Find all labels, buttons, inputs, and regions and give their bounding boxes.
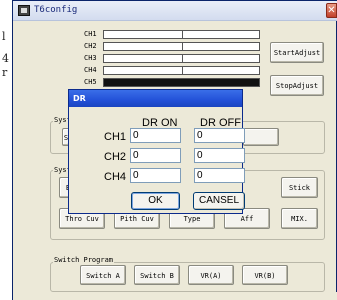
dr-row-label: CH2 — [104, 151, 127, 163]
ch4-dr-on-field[interactable]: 0 — [130, 168, 181, 183]
stick-button[interactable]: Stick — [281, 177, 318, 198]
channel-label: CH3 — [84, 54, 97, 62]
app-icon — [18, 5, 30, 16]
channel-label: CH1 — [84, 30, 97, 38]
ch2-dr-on-field[interactable]: 0 — [130, 148, 181, 163]
bottom-edge — [13, 292, 337, 300]
stop-adjust-button[interactable]: StopAdjust — [270, 75, 324, 96]
channel-bar — [103, 54, 260, 63]
channel-bar — [103, 30, 260, 39]
background-window-fragment: l 4 r — [0, 0, 12, 300]
window-title: T6config — [34, 5, 78, 15]
switch-a-button[interactable]: Switch A — [80, 265, 126, 285]
background-text-fragment: l — [2, 30, 6, 43]
background-text-fragment: 4 — [2, 52, 9, 65]
ch2-dr-off-field[interactable]: 0 — [194, 148, 245, 163]
channel-bar — [103, 78, 260, 87]
ch1-dr-off-field[interactable]: 0 — [194, 128, 245, 143]
ch4-dr-off-field[interactable]: 0 — [194, 168, 245, 183]
channel-label: CH4 — [84, 66, 97, 74]
switch-b-button[interactable]: Switch B — [134, 265, 180, 285]
switch-program-label: Switch Program — [53, 256, 115, 264]
start-adjust-button[interactable]: StartAdjust — [270, 42, 324, 63]
vr-a-button[interactable]: VR(A) — [188, 265, 234, 285]
dr-dialog-title-bar[interactable] — [69, 90, 242, 107]
channel-label: CH2 — [84, 42, 97, 50]
background-text-fragment: r — [2, 66, 8, 79]
close-icon[interactable]: ✕ — [326, 3, 337, 18]
system-op-button[interactable] — [243, 128, 279, 146]
ch1-dr-on-field[interactable]: 0 — [130, 128, 181, 143]
dr-dialog-title: DR — [73, 94, 86, 103]
dr-row-label: CH1 — [104, 131, 127, 143]
cancel-button[interactable]: CANSEL — [193, 192, 245, 210]
channel-label: CH5 — [84, 78, 97, 86]
mix-button[interactable]: MIX. — [281, 208, 318, 229]
vr-b-button[interactable]: VR(B) — [242, 265, 288, 285]
channel-bar — [103, 42, 260, 51]
channel-bar — [103, 66, 260, 75]
dr-row-label: CH4 — [104, 171, 127, 183]
ok-button[interactable]: OK — [131, 192, 180, 210]
